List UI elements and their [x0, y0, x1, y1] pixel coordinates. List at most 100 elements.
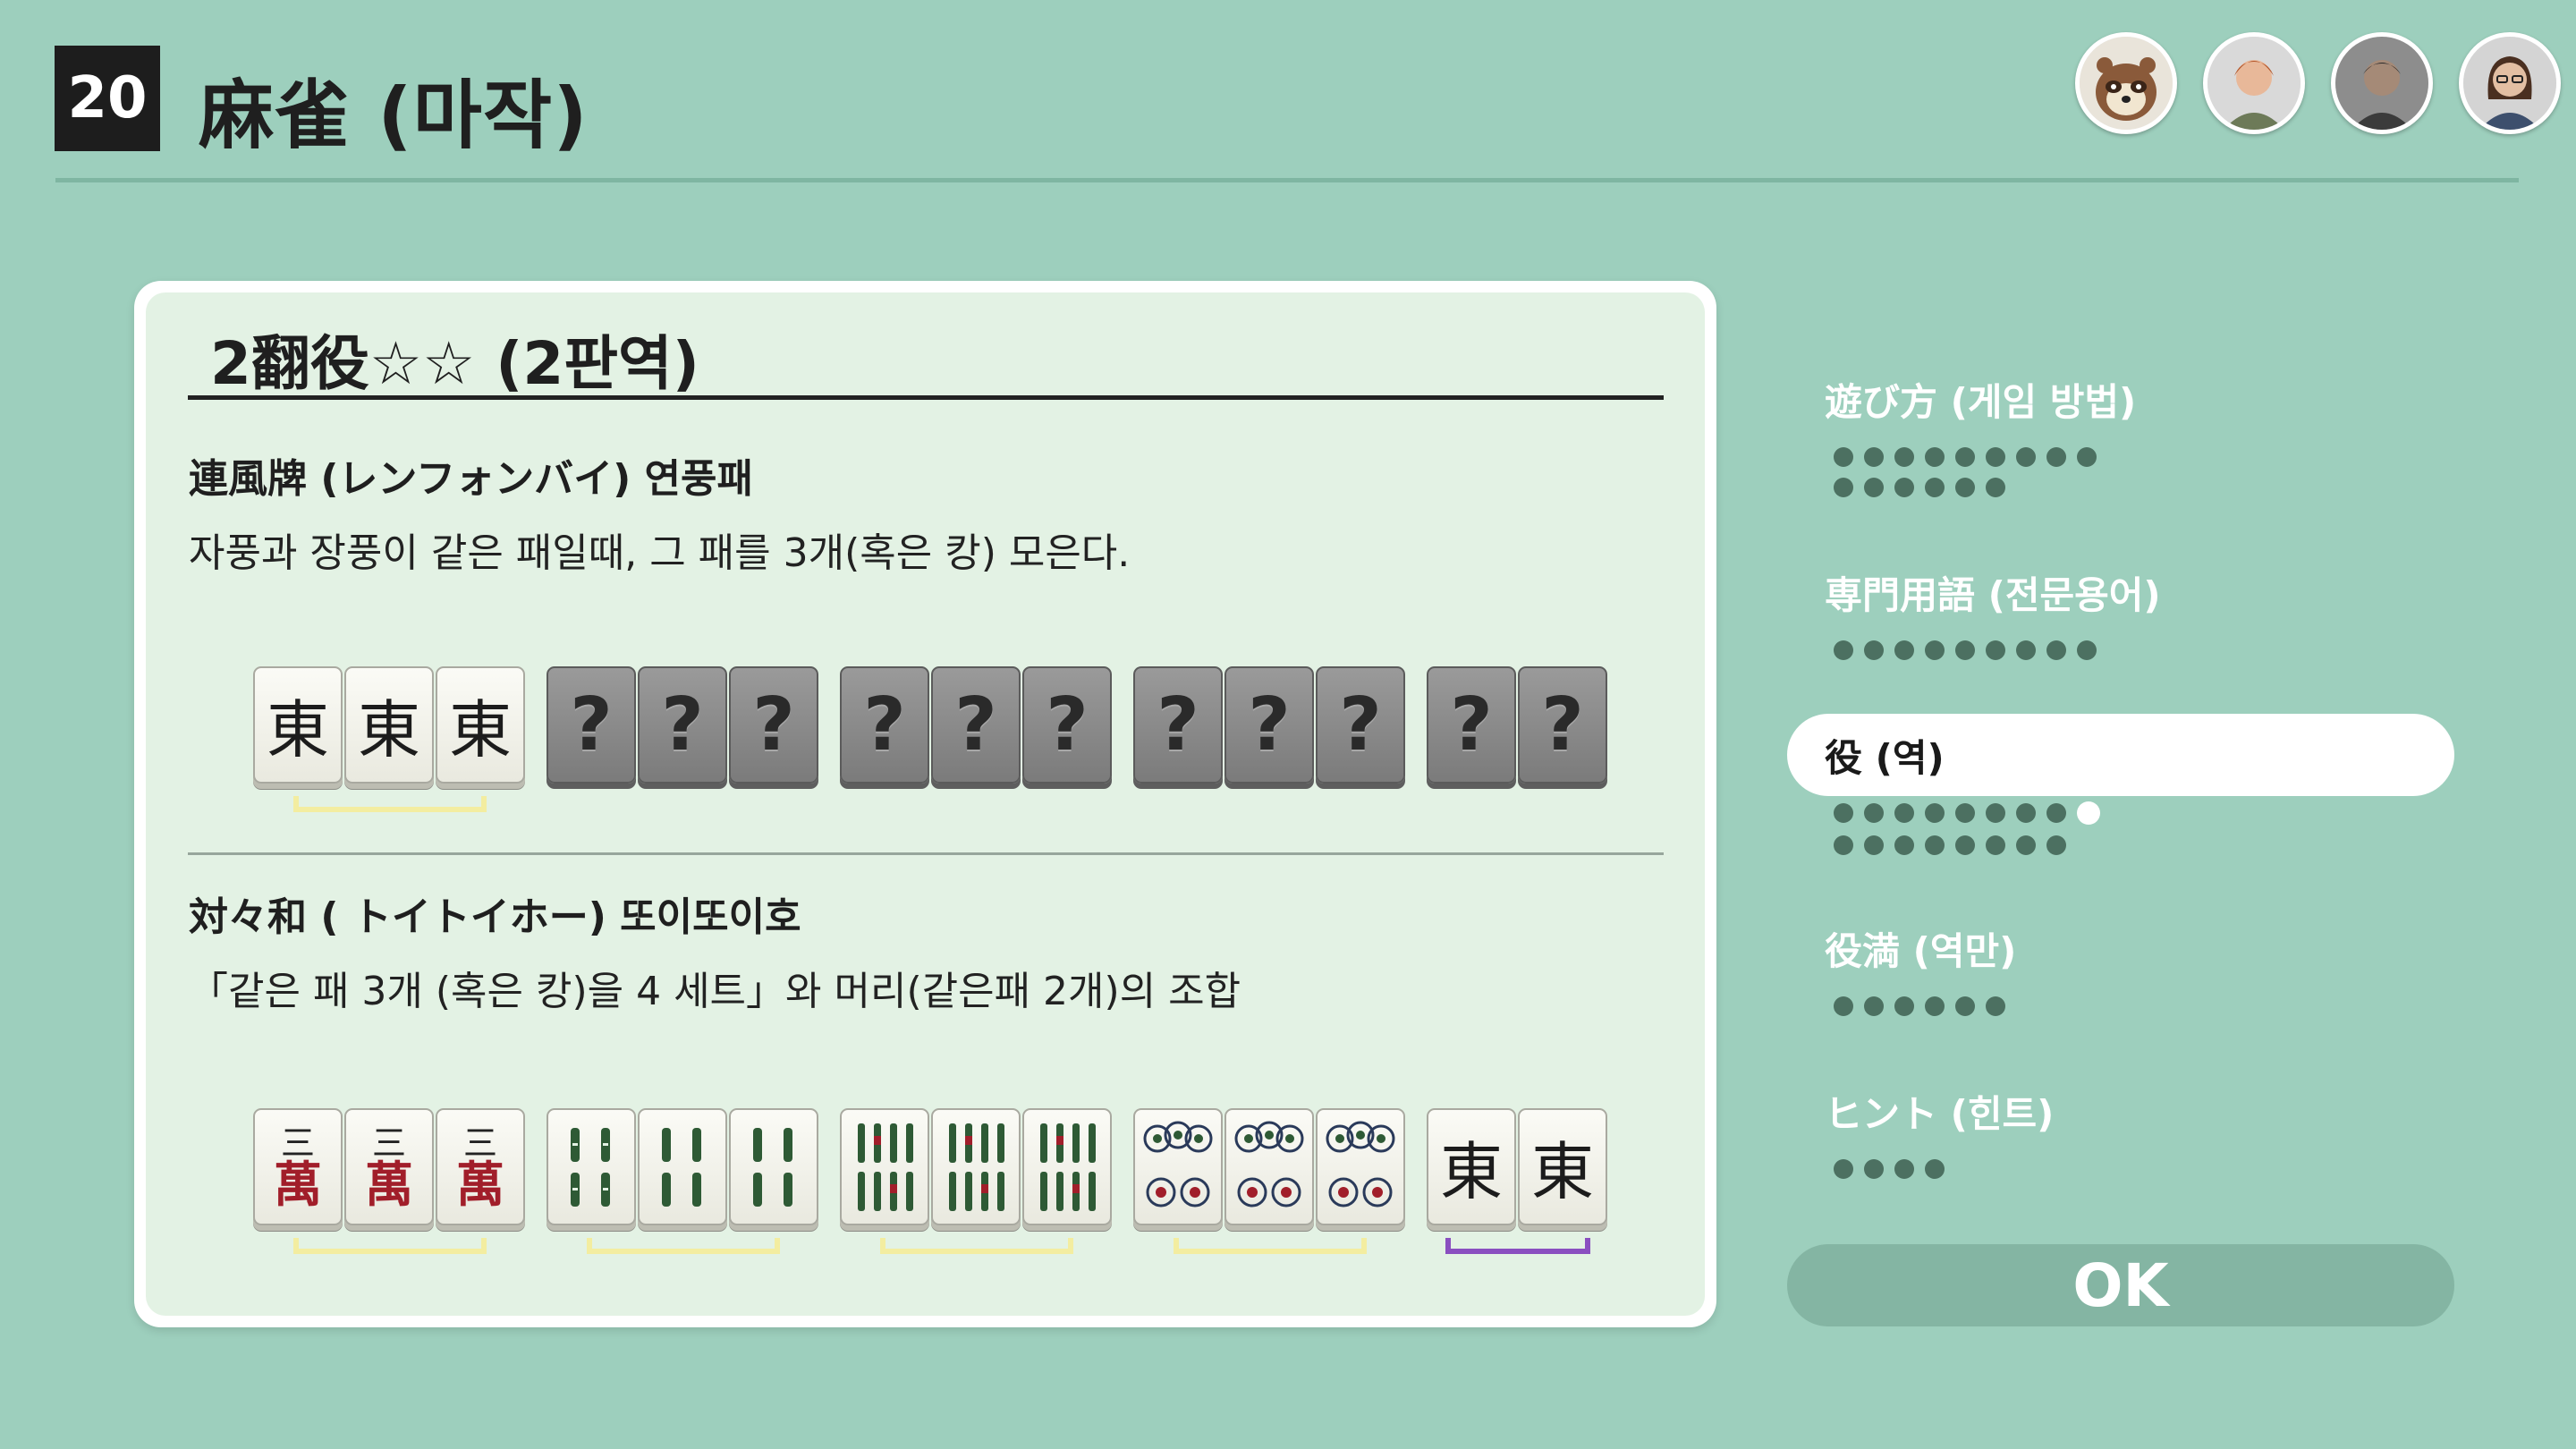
rule-card: 2翻役☆☆ (2판역) 連風牌 (レンフォンバイ) 연풍패 자풍과 장풍이 같은…: [134, 281, 1716, 1327]
set-bracket: [587, 1238, 780, 1254]
bamboo-icon: [753, 1127, 792, 1207]
page-dot: [1955, 478, 1975, 497]
bamboo-icon: [662, 1127, 701, 1207]
menu-item-label: 役 (역): [1787, 714, 2454, 796]
page-dot: [1894, 803, 1914, 823]
page-dot: [2046, 803, 2066, 823]
page-indicator: [1787, 996, 2102, 1016]
page-dot: [2077, 447, 2097, 467]
page-dot: [1955, 803, 1975, 823]
three-wan-tile: 三萬: [253, 1108, 343, 1225]
page-dot: [1986, 996, 2005, 1016]
page-dot: [1894, 835, 1914, 855]
set-bracket: [293, 1238, 487, 1254]
example-hand-2: 三萬 三萬 三萬 東 東: [253, 1108, 1629, 1254]
lesson-number: 20: [55, 46, 160, 151]
page-dot: [2046, 447, 2066, 467]
page-dot: [1955, 835, 1975, 855]
unknown-tile: ?: [1518, 666, 1607, 784]
page-dot: [1834, 1159, 1853, 1179]
page-dot: [1834, 803, 1853, 823]
unknown-tile: ?: [729, 666, 818, 784]
page-dot: [1925, 447, 1945, 467]
east-wind-tile: 東: [436, 666, 525, 784]
page-dot: [1864, 1159, 1884, 1179]
page-dot: [1894, 447, 1914, 467]
page-dot: [1834, 478, 1853, 497]
page-dot: [1894, 478, 1914, 497]
set-bracket: [1174, 1238, 1367, 1254]
circle-tile-icon: [1143, 1121, 1213, 1207]
page-dot: [1864, 640, 1884, 660]
menu-item-yakuman[interactable]: 役満 (역만): [1787, 907, 2454, 1016]
unknown-tile: ?: [1022, 666, 1112, 784]
menu-item-label: 専門用語 (전문용어): [1825, 572, 2161, 617]
yaku-heading-renfonpai: 連風牌 (レンフォンバイ) 연풍패: [189, 456, 753, 502]
bamboo-icon: [858, 1123, 913, 1211]
page-title: 麻雀 (마작): [199, 72, 589, 159]
card-title: 2翻役☆☆ (2판역): [210, 329, 699, 398]
menu-item-how-to-play[interactable]: 遊び方 (게임 방법): [1787, 358, 2454, 497]
yaku-description-renfonpai: 자풍과 장풍이 같은 패일때, 그 패를 3개(혹은 캉) 모은다.: [189, 530, 1131, 576]
unknown-tile: ?: [931, 666, 1021, 784]
page-dot: [1834, 640, 1853, 660]
four-bamboo-tile: [638, 1108, 727, 1225]
example-hand-1: 東 東 東 ? ? ? ? ? ? ? ? ? ? ?: [253, 666, 1629, 812]
bamboo-icon: [571, 1127, 610, 1207]
ok-button[interactable]: OK: [1787, 1244, 2454, 1326]
page-dot: [2077, 640, 2097, 660]
east-wind-tile: 東: [1518, 1108, 1607, 1225]
page-dot: [1894, 1159, 1914, 1179]
unknown-tile: ?: [547, 666, 636, 784]
unknown-tile: ?: [638, 666, 727, 784]
page-dot: [2046, 640, 2066, 660]
page-dot: [1894, 640, 1914, 660]
menu-item-hint[interactable]: ヒント (힌트): [1787, 1070, 2454, 1179]
section-divider: [188, 852, 1664, 855]
page-dot: [1955, 640, 1975, 660]
page-dot: [2046, 835, 2066, 855]
east-wind-tile: 東: [1427, 1108, 1516, 1225]
yaku-heading-toitoiho: 対々和 ( トイトイホー) 또이또이호: [189, 894, 801, 940]
three-wan-tile: 三萬: [344, 1108, 434, 1225]
eight-bamboo-tile: [840, 1108, 929, 1225]
tile-pair: ? ?: [1427, 666, 1609, 784]
card-title-divider: [188, 395, 1664, 400]
tile-set: ? ? ?: [547, 666, 820, 784]
page-dot: [1864, 996, 1884, 1016]
menu-item-label: 役満 (역만): [1825, 928, 2017, 973]
page-dot: [1986, 478, 2005, 497]
five-circle-tile: [1316, 1108, 1405, 1225]
circle-tile-icon: [1234, 1121, 1304, 1207]
page-dot: [1925, 640, 1945, 660]
east-wind-tile: 東: [344, 666, 434, 784]
tile-set: 東 東 東: [253, 666, 527, 812]
menu-item-label: ヒント (힌트): [1825, 1091, 2055, 1136]
menu-item-yaku[interactable]: 役 (역): [1787, 714, 2454, 855]
page-dot: [2016, 447, 2036, 467]
page-dot: [2016, 640, 2036, 660]
unknown-tile: ?: [840, 666, 929, 784]
page-dot: [1955, 996, 1975, 1016]
menu-item-terminology[interactable]: 専門用語 (전문용어): [1787, 551, 2454, 660]
page-indicator: [1787, 801, 2102, 855]
menu-item-label: 遊び方 (게임 방법): [1825, 379, 2137, 424]
title-divider: [55, 178, 2519, 182]
eight-bamboo-tile: [1022, 1108, 1112, 1225]
five-circle-tile: [1133, 1108, 1223, 1225]
player-avatar-icon: [2331, 32, 2433, 134]
tile-pair: 東 東: [1427, 1108, 1609, 1254]
page-dot: [1834, 447, 1853, 467]
set-bracket: [293, 796, 487, 812]
unknown-tile: ?: [1224, 666, 1314, 784]
page-dot: [1955, 447, 1975, 467]
page-dot: [1986, 447, 2005, 467]
circle-tile-icon: [1326, 1121, 1395, 1207]
page-indicator: [1787, 640, 2102, 660]
player-avatar-icon: [2203, 32, 2305, 134]
unknown-tile: ?: [1316, 666, 1405, 784]
page-dot: [1864, 447, 1884, 467]
page-dot: [1925, 835, 1945, 855]
page-dot: [1864, 835, 1884, 855]
page-dot: [1864, 478, 1884, 497]
